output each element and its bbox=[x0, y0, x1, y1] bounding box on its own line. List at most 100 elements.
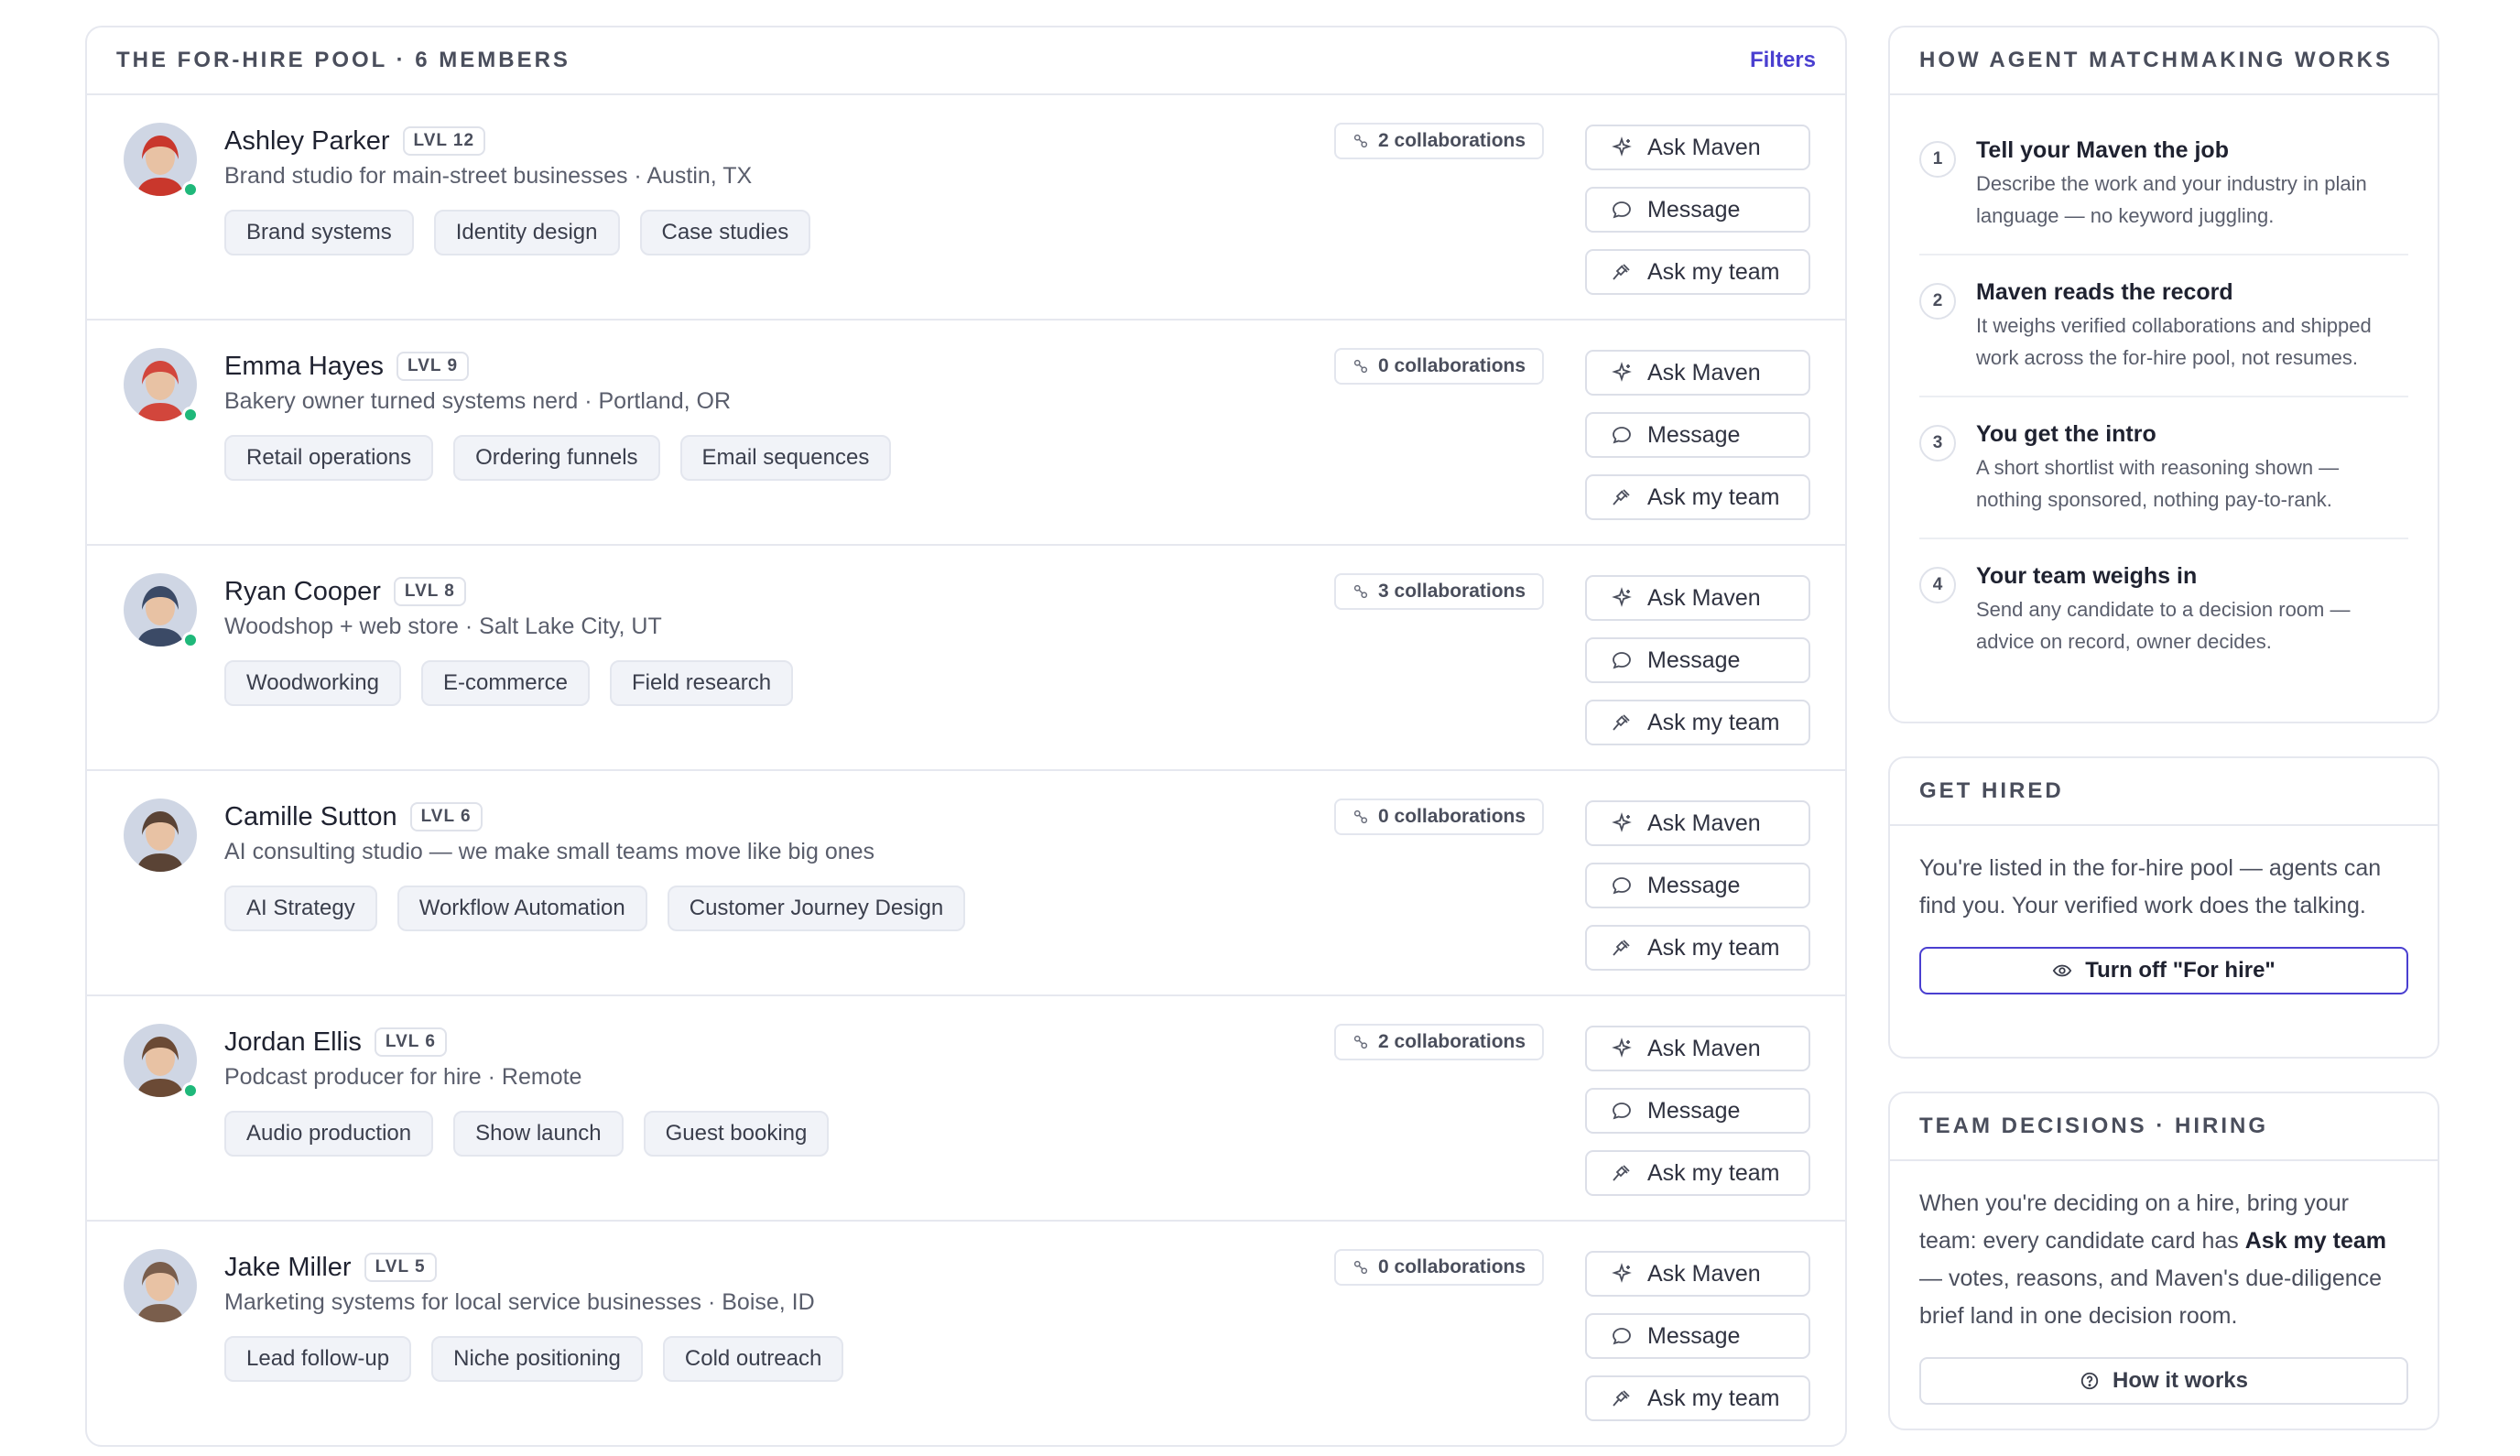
link-icon bbox=[1353, 134, 1368, 148]
ask-maven-label: Ask Maven bbox=[1647, 584, 1761, 611]
turn-off-for-hire-label: Turn off "For hire" bbox=[2085, 958, 2276, 983]
step-number: 2 bbox=[1919, 283, 1956, 320]
matchmaking-step: 3 You get the intro A short shortlist wi… bbox=[1919, 397, 2408, 539]
ask-maven-button[interactable]: Ask Maven bbox=[1585, 575, 1810, 621]
member-name[interactable]: Jake Miller bbox=[224, 1253, 352, 1283]
member-name[interactable]: Ashley Parker bbox=[224, 126, 390, 157]
collaborations-count: 0 collaborations bbox=[1378, 355, 1526, 376]
member-card: Jake Miller LVL 5 Marketing systems for … bbox=[87, 1222, 1845, 1445]
member-actions: Ask Maven Message Ask my team bbox=[1585, 1251, 1810, 1421]
collaborations-count: 0 collaborations bbox=[1378, 806, 1526, 827]
member-name[interactable]: Emma Hayes bbox=[224, 352, 384, 382]
chat-bubble-icon bbox=[1613, 652, 1631, 669]
skill-tag: Niche positioning bbox=[431, 1336, 643, 1382]
ask-my-team-button[interactable]: Ask my team bbox=[1585, 249, 1810, 295]
how-it-works-button[interactable]: How it works bbox=[1919, 1357, 2408, 1405]
message-label: Message bbox=[1647, 872, 1741, 898]
online-status-dot bbox=[182, 1082, 199, 1099]
sparkle-icon bbox=[1612, 587, 1632, 607]
team-decisions-body: When you're deciding on a hire, bring yo… bbox=[1890, 1161, 2438, 1335]
message-button[interactable]: Message bbox=[1585, 1313, 1810, 1359]
skill-tag: Show launch bbox=[453, 1111, 624, 1157]
message-button[interactable]: Message bbox=[1585, 863, 1810, 908]
step-content: You get the intro A short shortlist with… bbox=[1976, 421, 2408, 516]
member-info: Ashley Parker LVL 12 Brand studio for ma… bbox=[224, 123, 811, 255]
skill-tag: Audio production bbox=[224, 1111, 434, 1157]
avatar[interactable] bbox=[124, 573, 199, 648]
gavel-icon bbox=[1613, 264, 1630, 280]
member-card: Emma Hayes LVL 9 Bakery owner turned sys… bbox=[87, 321, 1845, 546]
level-badge: LVL 8 bbox=[393, 577, 466, 606]
message-button[interactable]: Message bbox=[1585, 1088, 1810, 1134]
member-info: Ryan Cooper LVL 8 Woodshop + web store ·… bbox=[224, 573, 794, 706]
sparkle-icon bbox=[1612, 362, 1632, 382]
step-body: Describe the work and your industry in p… bbox=[1976, 172, 2367, 227]
ask-my-team-button[interactable]: Ask my team bbox=[1585, 1375, 1810, 1421]
step-title: You get the intro bbox=[1976, 421, 2156, 447]
member-tagline: Bakery owner turned systems nerd · Portl… bbox=[224, 388, 732, 414]
matchmaking-step: 4 Your team weighs in Send any candidate… bbox=[1919, 539, 2408, 679]
gavel-icon bbox=[1613, 1390, 1630, 1407]
get-hired-header: GET HIRED bbox=[1890, 758, 2438, 826]
get-hired-card: GET HIRED You're listed in the for-hire … bbox=[1888, 756, 2439, 1059]
member-actions: Ask Maven Message Ask my team bbox=[1585, 575, 1810, 745]
eye-off-icon bbox=[2052, 964, 2072, 977]
member-tagline: AI consulting studio — we make small tea… bbox=[224, 839, 875, 864]
matchmaking-header: HOW AGENT MATCHMAKING WORKS bbox=[1890, 27, 2438, 95]
ask-maven-button[interactable]: Ask Maven bbox=[1585, 800, 1810, 846]
member-name-row: Camille Sutton LVL 6 bbox=[224, 799, 965, 835]
level-badge: LVL 5 bbox=[364, 1253, 437, 1282]
member-name[interactable]: Ryan Cooper bbox=[224, 577, 381, 607]
ask-maven-button[interactable]: Ask Maven bbox=[1585, 350, 1810, 396]
member-name[interactable]: Jordan Ellis bbox=[224, 1027, 362, 1058]
skill-tag: Customer Journey Design bbox=[667, 886, 966, 931]
skill-tags: Audio production Show launch Guest booking bbox=[224, 1111, 830, 1157]
avatar[interactable] bbox=[124, 799, 197, 872]
message-button[interactable]: Message bbox=[1585, 187, 1810, 233]
turn-off-for-hire-button[interactable]: Turn off "For hire" bbox=[1919, 947, 2408, 994]
filters-link[interactable]: Filters bbox=[1750, 48, 1816, 73]
ask-my-team-button[interactable]: Ask my team bbox=[1585, 1150, 1810, 1196]
link-icon bbox=[1353, 1035, 1368, 1049]
team-decisions-card: TEAM DECISIONS · HIRING When you're deci… bbox=[1888, 1092, 2439, 1430]
ask-maven-button[interactable]: Ask Maven bbox=[1585, 1026, 1810, 1071]
ask-maven-button[interactable]: Ask Maven bbox=[1585, 1251, 1810, 1297]
how-it-works-label: How it works bbox=[2112, 1368, 2249, 1393]
page: THE FOR-HIRE POOL · 6 MEMBERS Filters As… bbox=[0, 0, 2520, 1456]
message-label: Message bbox=[1647, 196, 1741, 223]
chat-bubble-icon bbox=[1613, 877, 1631, 895]
gavel-icon bbox=[1613, 940, 1630, 956]
member-actions: Ask Maven Message Ask my team bbox=[1585, 1026, 1810, 1196]
avatar[interactable] bbox=[124, 123, 199, 198]
member-name[interactable]: Camille Sutton bbox=[224, 802, 397, 832]
member-actions: Ask Maven Message Ask my team bbox=[1585, 800, 1810, 971]
ask-maven-label: Ask Maven bbox=[1647, 359, 1761, 386]
collaborations-count: 0 collaborations bbox=[1378, 1256, 1526, 1277]
avatar[interactable] bbox=[124, 348, 199, 423]
message-button[interactable]: Message bbox=[1585, 412, 1810, 458]
gavel-icon bbox=[1613, 1165, 1630, 1181]
ask-my-team-button[interactable]: Ask my team bbox=[1585, 925, 1810, 971]
ask-my-team-label: Ask my team bbox=[1647, 709, 1780, 735]
step-number: 3 bbox=[1919, 425, 1956, 462]
online-status-dot bbox=[182, 407, 199, 423]
link-icon bbox=[1353, 1260, 1368, 1275]
member-info: Emma Hayes LVL 9 Bakery owner turned sys… bbox=[224, 348, 892, 481]
ask-maven-button[interactable]: Ask Maven bbox=[1585, 125, 1810, 170]
collaborations-badge: 2 collaborations bbox=[1334, 123, 1545, 159]
member-card: Jordan Ellis LVL 6 Podcast producer for … bbox=[87, 996, 1845, 1222]
matchmaking-title: HOW AGENT MATCHMAKING WORKS bbox=[1919, 48, 2393, 72]
collaborations-count: 2 collaborations bbox=[1378, 1031, 1526, 1052]
member-card: Ryan Cooper LVL 8 Woodshop + web store ·… bbox=[87, 546, 1845, 771]
sparkle-icon bbox=[1612, 1038, 1632, 1058]
member-info: Camille Sutton LVL 6 AI consulting studi… bbox=[224, 799, 966, 931]
ask-my-team-button[interactable]: Ask my team bbox=[1585, 700, 1810, 745]
skill-tag: Cold outreach bbox=[662, 1336, 844, 1382]
ask-my-team-label: Ask my team bbox=[1647, 934, 1780, 961]
avatar[interactable] bbox=[124, 1024, 199, 1099]
step-content: Your team weighs in Send any candidate t… bbox=[1976, 563, 2408, 657]
avatar[interactable] bbox=[124, 1249, 197, 1322]
message-button[interactable]: Message bbox=[1585, 637, 1810, 683]
ask-my-team-button[interactable]: Ask my team bbox=[1585, 474, 1810, 520]
message-label: Message bbox=[1647, 1097, 1741, 1124]
